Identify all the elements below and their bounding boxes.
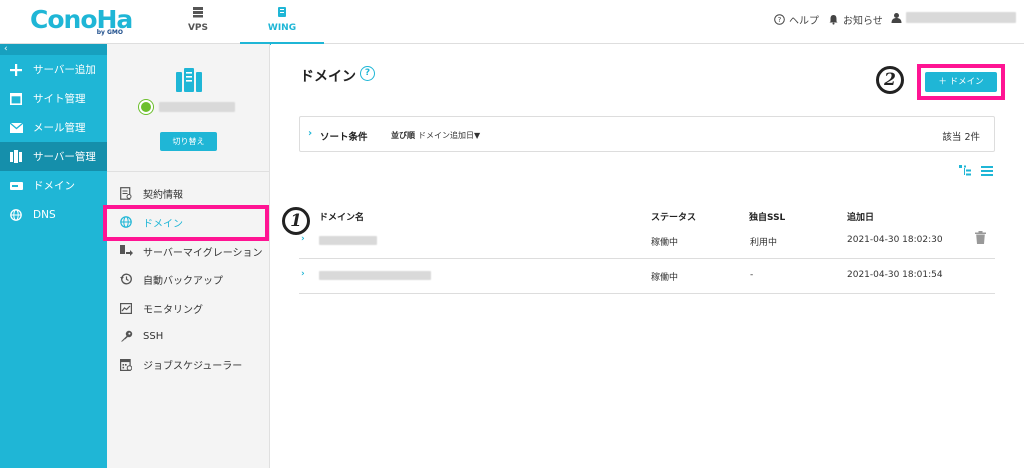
server-stack-icon (176, 68, 202, 92)
globe-icon (9, 208, 23, 222)
mail-icon (9, 121, 23, 135)
subnav-item-label: 契約情報 (143, 189, 183, 201)
tree-view-icon[interactable] (959, 165, 971, 177)
monitoring-icon (119, 301, 133, 315)
column-header-status: ステータス (651, 213, 697, 223)
column-header-ssl: 独自SSL (749, 213, 786, 223)
bell-icon (829, 15, 838, 25)
sort-conditions-panel[interactable]: › ソート条件 並び順 ドメイン追加日▼ 該当 2件 (299, 116, 995, 152)
subnav-item-label: モニタリング (143, 304, 203, 316)
account-menu[interactable] (891, 12, 1016, 23)
backup-icon (119, 272, 133, 286)
subnav-item-label: SSH (143, 330, 164, 342)
sidebar-item-label: メール管理 (33, 122, 86, 134)
server-summary: 切り替え (107, 44, 269, 172)
sidebar-item-mail-management[interactable]: メール管理 (0, 113, 107, 142)
tab-wing[interactable]: WING (240, 0, 324, 45)
table-row[interactable]: › 稼働中 - 2021-04-30 18:01:54 (299, 259, 995, 294)
list-view-icon[interactable] (981, 165, 993, 177)
column-header-date: 追加日 (847, 213, 875, 223)
main-sidebar: ‹ サーバー追加 サイト管理 メール管理 サーバー管理 ドメイン DNS (0, 44, 107, 468)
chevron-right-icon: › (308, 128, 313, 139)
wing-server-icon (278, 7, 286, 17)
subnav-item-label: ジョブスケジューラー (143, 360, 243, 372)
subnav-item-job-scheduler[interactable]: ジョブスケジューラー (119, 354, 264, 374)
subnav-item-contract[interactable]: 契約情報 (119, 183, 264, 203)
account-name-redacted (906, 12, 1016, 23)
subnav-item-label: サーバーマイグレーション (143, 247, 263, 259)
contract-icon (119, 186, 133, 200)
notice-label: お知らせ (843, 16, 883, 27)
domain-name-redacted (319, 271, 431, 280)
sidebar-item-label: DNS (33, 208, 56, 221)
sidebar-item-add-server[interactable]: サーバー追加 (0, 55, 107, 84)
subnav-item-auto-backup[interactable]: 自動バックアップ (119, 269, 264, 289)
sidebar-item-label: サーバー追加 (33, 64, 96, 76)
domain-name-redacted (319, 236, 377, 245)
subnav-item-ssh[interactable]: SSH (119, 326, 264, 346)
plus-icon (9, 63, 23, 77)
sidebar-item-label: ドメイン (33, 180, 75, 192)
date-cell: 2021-04-30 18:02:30 (847, 235, 943, 245)
domain-icon (9, 179, 23, 193)
ssl-cell: - (750, 270, 754, 280)
subnav-item-label: 自動バックアップ (143, 275, 223, 287)
chevron-right-icon: › (301, 234, 305, 244)
result-count: 該当 2件 (942, 132, 980, 143)
logo-sub-text: by GMO (96, 29, 123, 36)
migration-icon (119, 244, 133, 258)
ssl-cell: 利用中 (750, 238, 778, 248)
chevron-right-icon: › (301, 269, 305, 279)
view-toggle (959, 165, 993, 177)
server-subnav: 切り替え 契約情報 ドメイン サーバーマイグレーション 自動バックアップ モニタ… (107, 44, 270, 468)
window-icon (9, 92, 23, 106)
main-content: ドメイン ? ＋ ドメイン › ソート条件 並び順 ドメイン追加日▼ 該当 2件… (271, 44, 1024, 468)
column-header-domain: ドメイン名 (319, 213, 365, 223)
sidebar-collapse-button[interactable]: ‹ (0, 44, 107, 55)
highlight-subnav-domain (103, 205, 269, 241)
server-name-redacted (159, 102, 235, 112)
server-icon (9, 150, 23, 164)
sidebar-item-dns[interactable]: DNS (0, 200, 107, 229)
help-link[interactable]: ? ヘルプ (774, 12, 819, 27)
step-marker-1: 1 (282, 207, 310, 235)
page-title: ドメイン (300, 69, 356, 85)
sort-order-label: 並び順 (391, 131, 415, 140)
notice-link[interactable]: お知らせ (828, 12, 883, 27)
key-icon (119, 329, 133, 343)
trash-icon[interactable] (975, 231, 986, 244)
status-online-icon (139, 100, 153, 114)
switch-server-button[interactable]: 切り替え (160, 132, 217, 151)
sidebar-item-label: サーバー管理 (33, 151, 96, 163)
status-cell: 稼働中 (651, 238, 679, 248)
server-stack-icon (193, 7, 203, 18)
conoha-logo[interactable]: ConoHa by GMO (30, 6, 133, 38)
sidebar-item-server-management[interactable]: サーバー管理 (0, 142, 107, 171)
top-header: ConoHa by GMO VPS WING ? ヘルプ お知らせ (0, 0, 1024, 45)
tab-vps[interactable]: VPS (156, 0, 240, 44)
help-circle-icon: ? (774, 14, 785, 25)
highlight-add-domain (917, 64, 1005, 100)
help-icon[interactable]: ? (360, 66, 375, 81)
subnav-item-server-migration[interactable]: サーバーマイグレーション (119, 241, 264, 261)
status-cell: 稼働中 (651, 273, 679, 283)
calendar-icon (119, 357, 133, 371)
svg-text:?: ? (778, 16, 782, 24)
step-marker-2: 2 (876, 66, 904, 94)
date-cell: 2021-04-30 18:01:54 (847, 270, 943, 280)
help-label: ヘルプ (789, 16, 819, 27)
user-icon (891, 13, 902, 23)
table-row[interactable]: › 稼働中 利用中 2021-04-30 18:02:30 (299, 224, 995, 259)
sidebar-item-domain[interactable]: ドメイン (0, 171, 107, 200)
tab-vps-label: VPS (187, 23, 209, 33)
sidebar-item-label: サイト管理 (33, 93, 86, 105)
sidebar-item-site-management[interactable]: サイト管理 (0, 84, 107, 113)
subnav-item-monitoring[interactable]: モニタリング (119, 298, 264, 318)
sort-conditions-label: ソート条件 (320, 132, 368, 143)
sort-order-value: ドメイン追加日▼ (418, 131, 481, 140)
tab-wing-label: WING (267, 23, 297, 33)
